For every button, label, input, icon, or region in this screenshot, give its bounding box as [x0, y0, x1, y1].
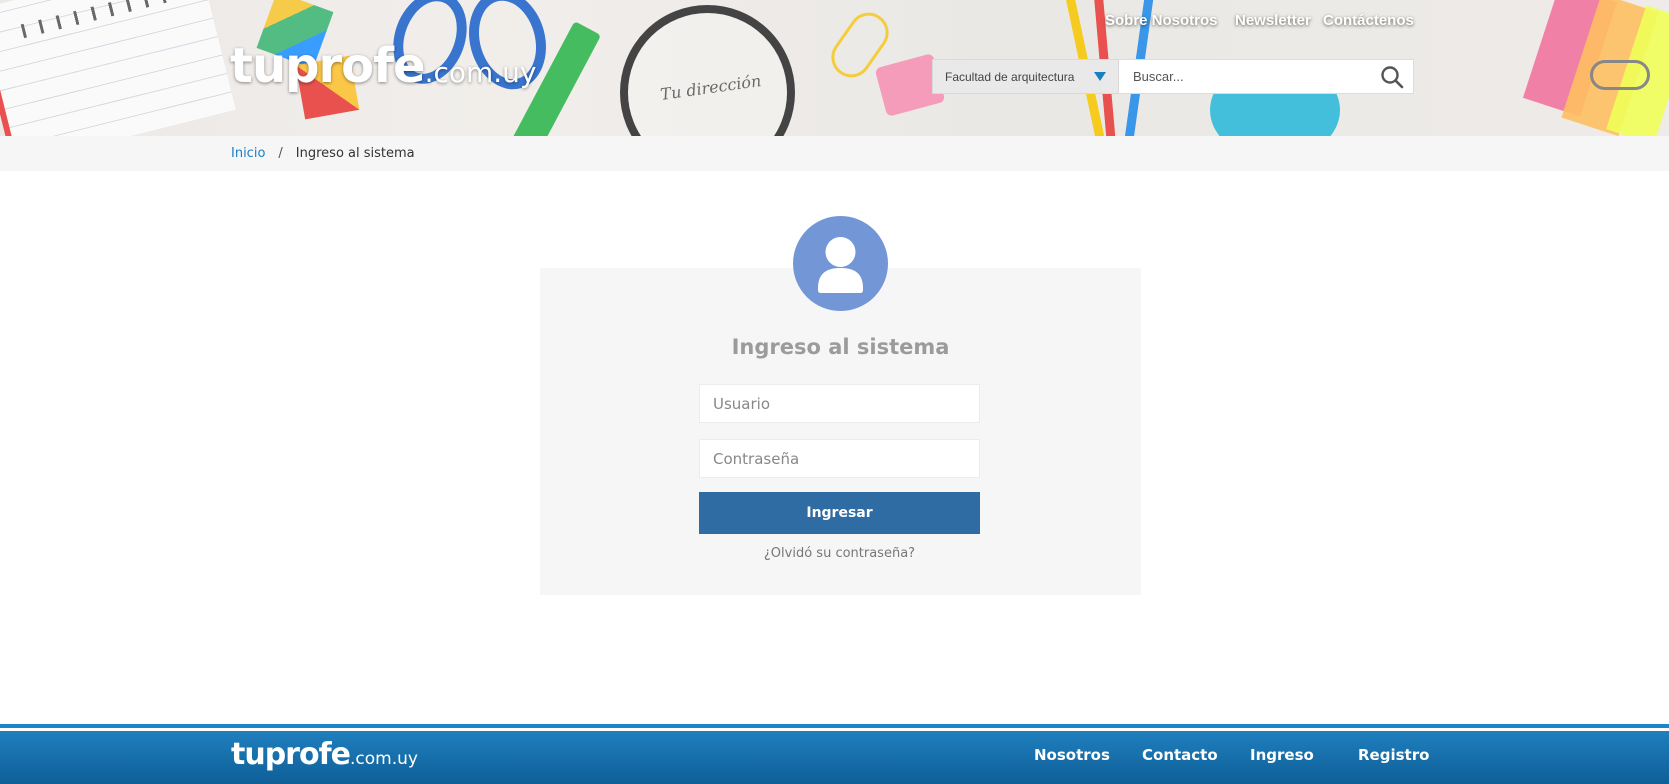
logo-tld: .com.uy: [424, 56, 537, 89]
chevron-down-icon: [1094, 72, 1106, 81]
faculty-select[interactable]: Facultad de arquitectura: [932, 59, 1119, 94]
breadcrumb: Inicio / Ingreso al sistema: [231, 146, 415, 161]
login-button[interactable]: Ingresar: [699, 492, 980, 534]
breadcrumb-home[interactable]: Inicio: [231, 146, 265, 161]
user-avatar-icon: [793, 216, 888, 311]
nav-newsletter[interactable]: Newsletter: [1235, 12, 1311, 29]
breadcrumb-current: Ingreso al sistema: [295, 146, 415, 161]
footer-logo[interactable]: tuprofe.com.uy: [231, 737, 418, 772]
nav-sobre-nosotros[interactable]: Sobre Nosotros: [1105, 12, 1218, 29]
footer-link-contacto[interactable]: Contacto: [1142, 746, 1218, 764]
site-footer: tuprofe.com.uy Nosotros Contacto Ingreso…: [0, 731, 1669, 784]
faculty-select-value: Facultad de arquitectura: [945, 69, 1075, 84]
footer-logo-main: tuprofe: [231, 737, 351, 772]
search-input[interactable]: [1133, 69, 1379, 84]
footer-link-nosotros[interactable]: Nosotros: [1034, 746, 1110, 764]
logo-main: tuprofe: [230, 38, 426, 94]
breadcrumb-bar: Inicio / Ingreso al sistema: [0, 136, 1669, 171]
footer-link-ingreso[interactable]: Ingreso: [1250, 746, 1314, 764]
breadcrumb-separator: /: [278, 146, 283, 161]
forgot-password-link[interactable]: ¿Olvidó su contraseña?: [699, 546, 980, 561]
site-logo[interactable]: tuprofe.com.uy: [230, 38, 536, 94]
search-bar: Facultad de arquitectura: [932, 59, 1414, 94]
footer-logo-tld: .com.uy: [349, 749, 418, 769]
login-title: Ingreso al sistema: [731, 335, 950, 359]
search-box: [1119, 59, 1414, 94]
username-field[interactable]: [699, 384, 980, 423]
nav-contactenos[interactable]: Contáctenos: [1323, 12, 1414, 29]
search-icon[interactable]: [1379, 64, 1405, 90]
password-field[interactable]: [699, 439, 980, 478]
footer-link-registro[interactable]: Registro: [1358, 746, 1429, 764]
site-header: Tu dirección tuprofe.com.uy Sobre Nosotr…: [0, 0, 1669, 136]
